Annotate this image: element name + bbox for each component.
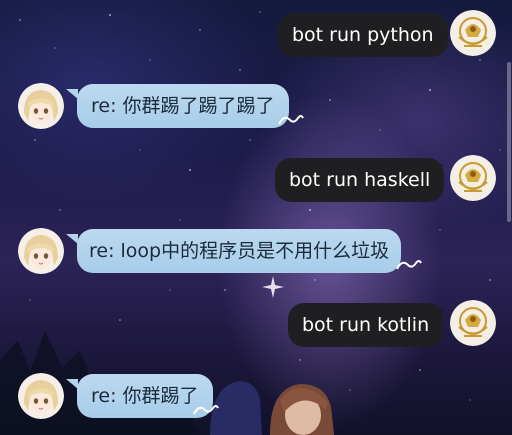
emblem-icon (450, 300, 496, 346)
anime-girl-icon (18, 228, 64, 274)
scrollbar[interactable] (507, 62, 511, 222)
emblem-avatar[interactable] (450, 10, 496, 56)
message-bubble-incoming[interactable]: re: loop中的程序员是不用什么垃圾 (77, 229, 402, 273)
bubble-tail (432, 309, 444, 319)
anime-girl-icon (18, 373, 64, 419)
message-bubble-outgoing[interactable]: bot run kotlin (288, 303, 444, 347)
message-bubble-outgoing[interactable]: bot run python (278, 13, 448, 57)
message-bubble-outgoing[interactable]: bot run haskell (275, 158, 445, 202)
bubble-tail (432, 164, 444, 174)
wave-decoration-icon (193, 405, 219, 415)
anime-scene-illustration (210, 381, 334, 435)
emblem-avatar[interactable] (450, 300, 496, 346)
wave-decoration-icon (278, 115, 304, 125)
wave-decoration-icon (396, 260, 422, 270)
anime-girl-avatar[interactable] (18, 373, 64, 419)
message-bubble-incoming[interactable]: re: 你群踢了踢了踢了 (77, 84, 289, 128)
emblem-avatar[interactable] (450, 155, 496, 201)
anime-girl-avatar[interactable] (18, 228, 64, 274)
anime-girl-avatar[interactable] (18, 83, 64, 129)
emblem-icon (450, 10, 496, 56)
sparkle-star-icon (262, 276, 284, 298)
bubble-tail (432, 19, 444, 29)
anime-girl-icon (18, 83, 64, 129)
emblem-icon (450, 155, 496, 201)
